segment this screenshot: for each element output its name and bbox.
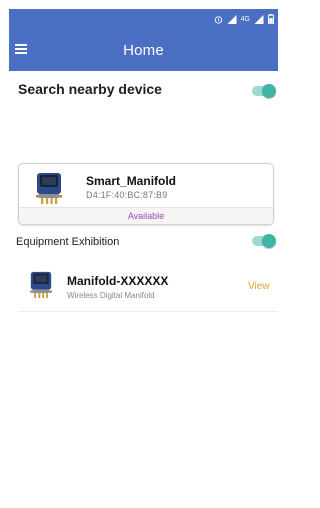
app-screen: 4G Home Search nearby device Smart_Manif… bbox=[9, 9, 278, 508]
view-button[interactable]: View bbox=[248, 281, 270, 292]
status-bar: 4G bbox=[214, 9, 278, 29]
equipment-name: Manifold-XXXXXX bbox=[67, 274, 169, 288]
device-status: Available bbox=[19, 207, 273, 224]
alarm-icon bbox=[214, 15, 223, 24]
manifold-device-icon bbox=[30, 271, 52, 299]
list-item[interactable]: Manifold-XXXXXX Wireless Digital Manifol… bbox=[18, 263, 278, 312]
device-mac-address: D4:1F:40:BC:87:B9 bbox=[86, 190, 168, 200]
network-4g-icon: 4G bbox=[240, 15, 250, 23]
app-header: 4G Home bbox=[9, 9, 278, 71]
signal-icon bbox=[227, 14, 237, 24]
toggle-knob bbox=[262, 234, 276, 248]
search-toggle[interactable] bbox=[252, 84, 276, 98]
device-name: Smart_Manifold bbox=[86, 174, 177, 188]
device-card[interactable]: Smart_Manifold D4:1F:40:BC:87:B9 Availab… bbox=[18, 163, 274, 225]
exhibition-section-title: Equipment Exhibition bbox=[16, 236, 120, 248]
search-section-title: Search nearby device bbox=[18, 81, 162, 97]
signal-icon bbox=[254, 14, 264, 24]
page-title: Home bbox=[123, 42, 164, 59]
exhibition-toggle[interactable] bbox=[252, 234, 276, 248]
equipment-description: Wireless Digital Manifold bbox=[67, 291, 155, 300]
battery-icon bbox=[268, 14, 274, 24]
toggle-knob bbox=[262, 84, 276, 98]
manifold-device-icon bbox=[36, 173, 62, 204]
